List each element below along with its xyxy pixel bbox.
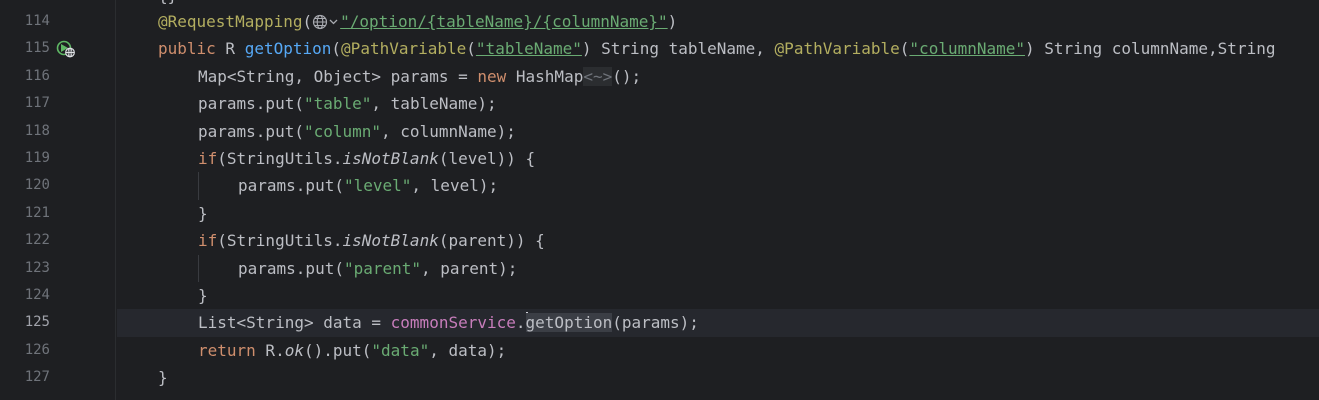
code-text: } xyxy=(198,286,208,305)
code-line[interactable]: return R.ok().put("data", data); xyxy=(117,337,1319,364)
line-number: 120 xyxy=(24,177,50,194)
run-gutter-icon[interactable] xyxy=(56,39,76,59)
code-line[interactable]: if(StringUtils.isNotBlank(parent)) { xyxy=(117,227,1319,254)
line-number: 115 xyxy=(24,40,50,57)
line-number: 127 xyxy=(24,369,50,386)
code-line[interactable]: Map<String, Object> params = new HashMap… xyxy=(117,63,1319,90)
code-line[interactable]: params.put("parent", parent); xyxy=(117,254,1319,282)
line-number: 126 xyxy=(24,341,50,358)
code-text: List<String> data = commonService.getOpt… xyxy=(198,312,699,333)
code-line[interactable]: params.put("table", tableName); xyxy=(117,90,1319,117)
code-text: params.put("parent", parent); xyxy=(238,258,518,278)
code-text: public R getOption(@PathVariable("tableN… xyxy=(158,39,1276,59)
line-number: 118 xyxy=(24,122,50,139)
code-line[interactable]: params.put("level", level); xyxy=(117,172,1319,200)
code-line[interactable]: @RequestMapping("/option/{tableName}/{co… xyxy=(117,8,1319,35)
line-number: 122 xyxy=(24,232,50,249)
line-number: 124 xyxy=(24,287,50,303)
line-number: 117 xyxy=(24,95,50,112)
line-number: 116 xyxy=(24,67,50,84)
code-line-current[interactable]: List<String> data = commonService.getOpt… xyxy=(117,309,1319,337)
chevron-down-icon xyxy=(329,19,338,25)
indent-guide xyxy=(198,172,199,200)
line-number-gutter[interactable]: 114 115 116 117 118 119 120 121 122 123 … xyxy=(0,0,115,400)
line-number: 121 xyxy=(24,204,50,221)
code-text: } xyxy=(158,368,168,388)
code-line[interactable]: params.put("column", columnName); xyxy=(117,118,1319,145)
line-number: 114 xyxy=(24,13,50,29)
code-editor[interactable]: 114 115 116 117 118 119 120 121 122 123 … xyxy=(0,0,1319,400)
code-line[interactable]: public R getOption(@PathVariable("tableN… xyxy=(117,35,1319,62)
code-line[interactable]: } xyxy=(117,200,1319,227)
code-line[interactable]: if(StringUtils.isNotBlank(level)) { xyxy=(117,145,1319,172)
code-text: params.put("column", columnName); xyxy=(198,121,516,141)
line-number: 119 xyxy=(24,150,50,166)
code-line[interactable]: } xyxy=(117,364,1319,391)
code-text: } xyxy=(198,203,208,223)
code-fragment: {} xyxy=(158,0,177,5)
line-number-current: 125 xyxy=(24,314,50,331)
code-text: Map<String, Object> params = new HashMap… xyxy=(198,66,642,86)
indent-guide xyxy=(198,254,199,282)
globe-icon[interactable] xyxy=(312,14,340,30)
line-number: 123 xyxy=(24,259,50,276)
code-text: if(StringUtils.isNotBlank(level)) { xyxy=(198,149,536,168)
code-text: params.put("table", tableName); xyxy=(198,94,497,114)
code-text: @RequestMapping("/option/{tableName}/{co… xyxy=(158,12,678,31)
code-text: params.put("level", level); xyxy=(238,176,499,196)
gutter-divider xyxy=(115,0,116,400)
code-text: if(StringUtils.isNotBlank(parent)) { xyxy=(198,231,545,251)
code-line[interactable]: } xyxy=(117,282,1319,309)
code-text: return R.ok().put("data", data); xyxy=(198,340,507,360)
